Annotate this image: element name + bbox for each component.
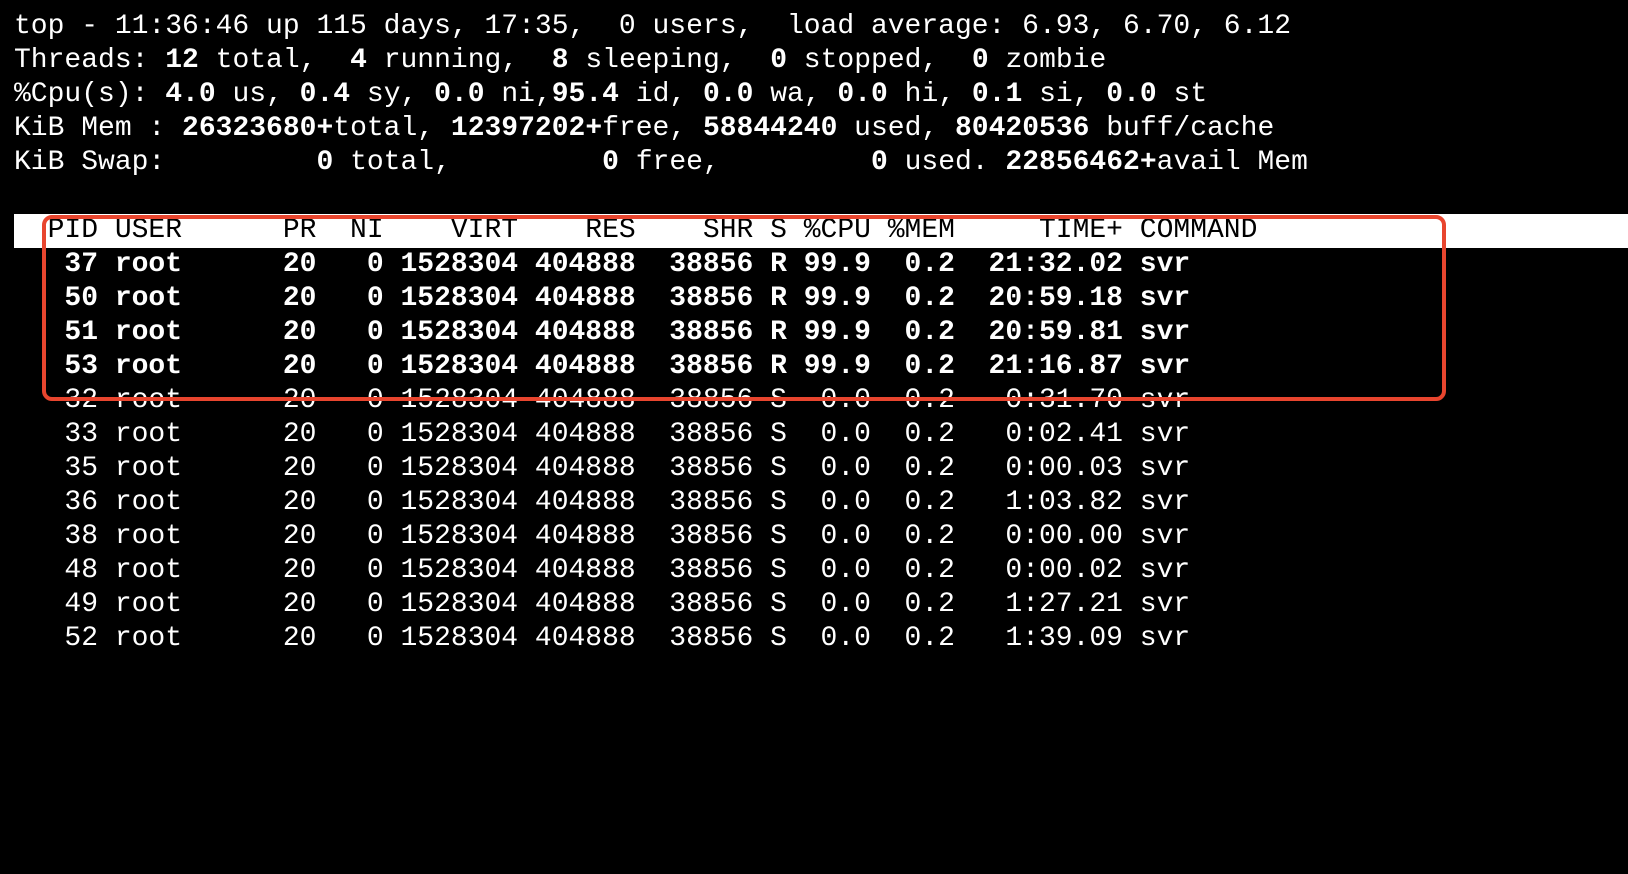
cpu-ni-label: ni,: [484, 79, 552, 110]
swap-avail: 22856462+: [1005, 147, 1157, 178]
cpu-us-label: us,: [215, 79, 300, 110]
table-row[interactable]: 32 root 20 0 1528304 404888 38856 S 0.0 …: [14, 384, 1628, 418]
swap-used: 0: [870, 147, 888, 178]
cpu-st-label: st: [1156, 79, 1208, 110]
process-table-body: 37 root 20 0 1528304 404888 38856 R 99.9…: [14, 248, 1628, 656]
cpu-wa-label: wa,: [753, 79, 838, 110]
cpu-us: 4.0: [165, 79, 216, 110]
cpu-id-label: id,: [618, 79, 703, 110]
table-row[interactable]: 49 root 20 0 1528304 404888 38856 S 0.0 …: [14, 588, 1628, 622]
mem-free-label: free,: [602, 113, 703, 144]
swap-total-label: total,: [333, 147, 603, 178]
cpu-st: 0.0: [1106, 79, 1157, 110]
cpu-si: 0.1: [971, 79, 1023, 110]
cpu-label: %Cpu(s):: [14, 79, 166, 110]
cpu-sy-label: sy,: [350, 79, 435, 110]
swap-label: KiB Swap:: [14, 147, 317, 178]
table-row[interactable]: 37 root 20 0 1528304 404888 38856 R 99.9…: [14, 248, 1628, 282]
swap-used-label: used.: [887, 147, 1006, 178]
table-row[interactable]: 33 root 20 0 1528304 404888 38856 S 0.0 …: [14, 418, 1628, 452]
cpu-line: %Cpu(s): 4.0 us, 0.4 sy, 0.0 ni,95.4 id,…: [14, 78, 1628, 112]
table-row[interactable]: 50 root 20 0 1528304 404888 38856 R 99.9…: [14, 282, 1628, 316]
cpu-wa: 0.0: [702, 79, 754, 110]
threads-sleeping-label: sleeping,: [568, 45, 771, 76]
mem-used: 58844240: [702, 113, 838, 144]
table-row[interactable]: 36 root 20 0 1528304 404888 38856 S 0.0 …: [14, 486, 1628, 520]
uptime-line: top - 11:36:46 up 115 days, 17:35, 0 use…: [14, 11, 1292, 42]
table-row[interactable]: 52 root 20 0 1528304 404888 38856 S 0.0 …: [14, 622, 1628, 656]
swap-free: 0: [602, 147, 619, 178]
cpu-sy: 0.4: [299, 79, 351, 110]
threads-sleeping: 8: [551, 45, 569, 76]
mem-free: 12397202+: [450, 113, 603, 144]
mem-total-label: total,: [333, 113, 451, 144]
cpu-hi-label: hi,: [887, 79, 972, 110]
threads-running-label: running,: [366, 45, 552, 76]
mem-label: KiB Mem :: [14, 113, 183, 144]
table-row[interactable]: 35 root 20 0 1528304 404888 38856 S 0.0 …: [14, 452, 1628, 486]
threads-stopped: 0: [770, 45, 787, 76]
cpu-si-label: si,: [1022, 79, 1107, 110]
threads-zombie: 0: [971, 45, 989, 76]
threads-running: 4: [350, 45, 367, 76]
threads-line: Threads: 12 total, 4 running, 8 sleeping…: [14, 44, 1628, 78]
mem-total: 26323680+: [182, 113, 334, 144]
threads-stopped-label: stopped,: [787, 45, 972, 76]
table-row[interactable]: 53 root 20 0 1528304 404888 38856 R 99.9…: [14, 350, 1628, 384]
mem-used-label: used,: [837, 113, 955, 144]
swap-total: 0: [316, 147, 334, 178]
terminal-window[interactable]: top - 11:36:46 up 115 days, 17:35, 0 use…: [14, 10, 1628, 656]
swap-avail-label: avail Mem: [1156, 147, 1308, 178]
cpu-hi: 0.0: [837, 79, 888, 110]
swap-line: KiB Swap: 0 total, 0 free, 0 used. 22856…: [14, 146, 1628, 180]
threads-total-label: total,: [198, 45, 351, 76]
mem-line: KiB Mem : 26323680+total, 12397202+free,…: [14, 112, 1628, 146]
mem-buff-label: buff/cache: [1089, 113, 1275, 144]
threads-total: 12: [165, 45, 199, 76]
table-row[interactable]: 48 root 20 0 1528304 404888 38856 S 0.0 …: [14, 554, 1628, 588]
mem-buff: 80420536: [955, 113, 1090, 144]
table-row[interactable]: 38 root 20 0 1528304 404888 38856 S 0.0 …: [14, 520, 1628, 554]
swap-free-label: free,: [618, 147, 871, 178]
table-row[interactable]: 51 root 20 0 1528304 404888 38856 R 99.9…: [14, 316, 1628, 350]
process-table-header[interactable]: PID USER PR NI VIRT RES SHR S %CPU %MEM …: [14, 214, 1628, 248]
cpu-id: 95.4: [551, 79, 619, 110]
cpu-ni: 0.0: [434, 79, 485, 110]
threads-zombie-label: zombie: [988, 45, 1107, 76]
threads-label: Threads:: [14, 45, 166, 76]
